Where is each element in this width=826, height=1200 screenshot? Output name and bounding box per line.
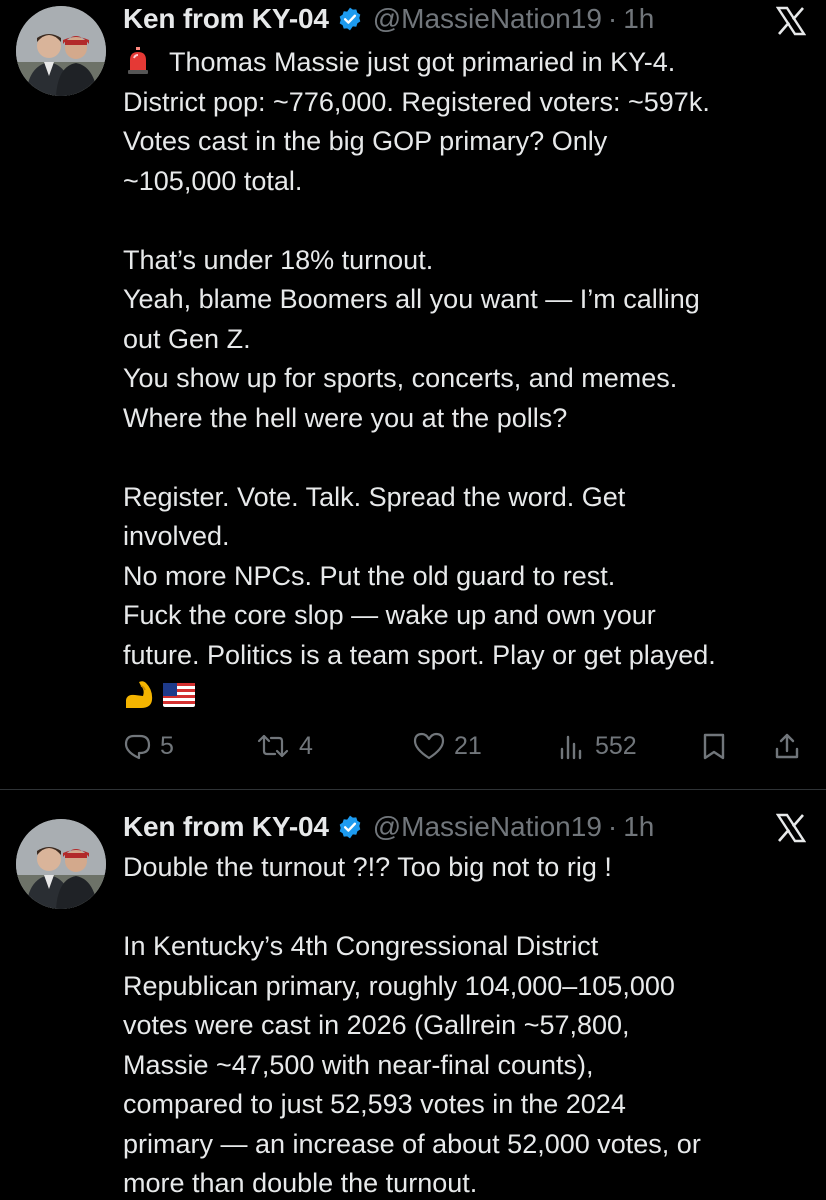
flexed-biceps-emoji [126,681,153,708]
text-line: more than double the turnout. [123,1168,478,1198]
view-count: 552 [595,731,637,760]
text-line: Register. Vote. Talk. Spread the word. G… [123,481,626,512]
author-name[interactable]: Ken from KY-04 [123,3,329,35]
text-line [123,201,813,241]
x-logo-icon[interactable] [776,6,806,36]
verified-badge-icon [337,814,363,840]
repost-button[interactable]: 4 [255,724,313,768]
reply-icon [124,734,151,760]
avatar-photo [16,6,106,96]
text-line: Where the hell were you at the polls? [123,402,568,433]
text-line: Republican primary, roughly 104,000–105,… [123,970,675,1001]
text-line: Double the turnout ?!? Too big not to ri… [123,852,612,882]
timeline-feed: Ken from KY-04 @MassieNation19 · 1h Thom… [0,0,826,1200]
like-button[interactable]: 21 [412,724,482,768]
separator-dot: · [607,811,618,842]
text-line: Votes cast in the big GOP primary? Only [123,126,608,156]
author-name[interactable]: Ken from KY-04 [123,811,329,843]
author-handle[interactable]: @MassieNation19 [373,811,602,843]
text-line: In Kentucky’s 4th Congressional District [123,931,599,961]
tweet-header: Ken from KY-04 @MassieNation19 · 1h [123,808,654,846]
tweet-text: Thomas Massie just got primaried in KY-4… [123,43,813,715]
text-line: compared to just 52,593 votes in the 202… [123,1089,626,1119]
tweet[interactable]: Ken from KY-04 @MassieNation19 · 1h Thom… [0,0,826,790]
tweet-divider [0,789,826,790]
tweet-actions: 5 4 21 552 [122,724,812,768]
bookmark-icon [703,733,725,760]
avatar[interactable] [16,6,106,96]
heart-icon [413,732,445,760]
tweet[interactable]: Ken from KY-04 @MassieNation19 · 1h Doub… [0,791,826,1200]
text-line: You show up for sports, concerts, and me… [123,363,678,393]
bookmark-button[interactable] [700,724,728,768]
text-line: No more NPCs. Put the old guard to rest. [123,560,616,591]
timestamp[interactable]: 1h [623,3,654,35]
text-line: involved. [123,521,230,551]
x-logo-icon[interactable] [776,813,806,843]
like-count: 21 [454,731,482,760]
repost-icon [257,734,289,758]
views-icon [560,735,582,760]
share-icon [775,733,799,759]
avatar-photo [16,819,106,909]
siren-emoji [123,46,153,76]
avatar[interactable] [16,819,106,909]
text-line: primary — an increase of about 52,000 vo… [123,1128,701,1159]
separator-dot: · [607,3,618,34]
timestamp[interactable]: 1h [623,811,654,843]
text-line: Fuck the core slop — wake up and own you… [123,600,656,630]
text-line [123,438,813,478]
text-line: That’s under 18% turnout. [123,244,434,275]
share-button[interactable] [772,724,802,768]
text-line: future. Politics is a team sport. Play o… [123,639,716,670]
tweet-header: Ken from KY-04 @MassieNation19 · 1h [123,0,654,38]
us-flag-emoji [163,683,195,707]
text-line: out Gen Z. [123,323,251,354]
repost-count: 4 [299,731,313,760]
text-line: Yeah, blame Boomers all you want — I’m c… [123,284,700,314]
views-button[interactable]: 552 [557,724,637,768]
text-line: District pop: ~776,000. Registered voter… [123,86,710,117]
tweet-text: Double the turnout ?!? Too big not to ri… [123,848,813,1200]
reply-button[interactable]: 5 [122,724,174,768]
text-line: ~105,000 total. [123,165,303,196]
text-line: Thomas Massie just got primaried in KY-4… [123,43,813,83]
text-line [123,888,813,928]
author-handle[interactable]: @MassieNation19 [373,3,602,35]
emoji-row [123,675,813,715]
text-line: Massie ~47,500 with near-final counts), [123,1049,594,1080]
verified-badge-icon [337,6,363,32]
text-line-content: Thomas Massie just got primaried in KY-4… [169,47,676,77]
reply-count: 5 [160,731,174,760]
text-line: votes were cast in 2026 (Gallrein ~57,80… [123,1010,630,1040]
